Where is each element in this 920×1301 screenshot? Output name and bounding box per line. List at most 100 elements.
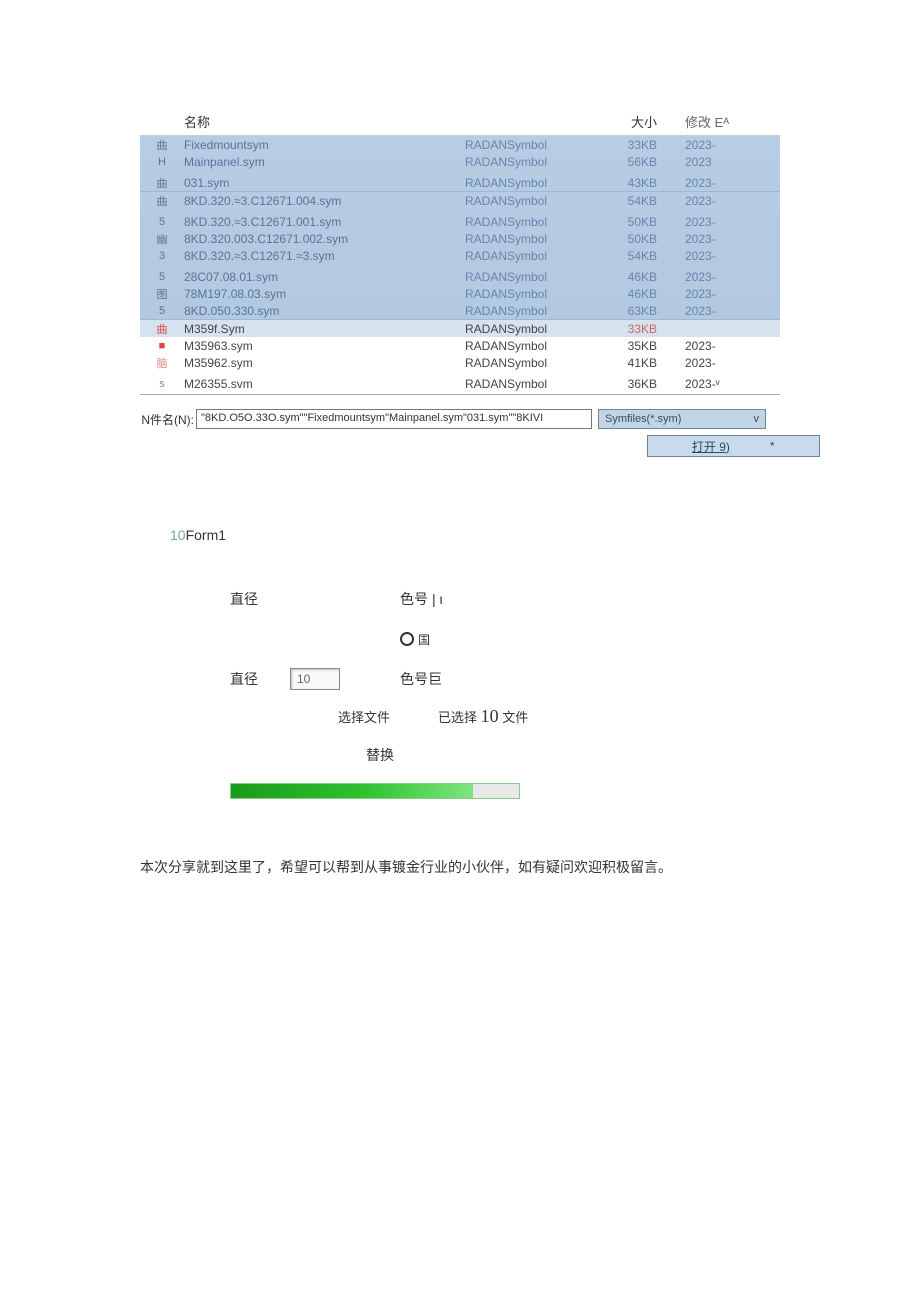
col-name[interactable]: 名称 <box>140 112 465 131</box>
file-date: 2023- <box>675 249 755 263</box>
file-icon: 曲 <box>140 137 184 153</box>
file-name: 8KD.320.≈3.C12671.001.sym <box>184 215 465 229</box>
file-icon: s <box>140 378 184 390</box>
file-size: 56KB <box>595 155 675 169</box>
option-label: 国 <box>418 631 430 648</box>
file-row[interactable]: 幽8KD.320.003.C12671.002.symRADANSymbol50… <box>140 230 780 247</box>
file-size: 50KB <box>595 215 675 229</box>
file-date: 2023- <box>675 215 755 229</box>
file-size: 33KB <box>595 138 675 152</box>
progress-bar <box>230 783 520 799</box>
file-name: 8KD.320.≈3.C12671.004.sym <box>184 194 465 208</box>
file-size: 54KB <box>595 194 675 208</box>
file-icon: 脑 <box>140 355 184 371</box>
file-row[interactable]: 曲031.symRADANSymbol43KB2023- <box>140 174 780 191</box>
file-icon: 5 <box>140 216 184 228</box>
file-row[interactable]: 58KD.050.330.symRADANSymbol63KB2023- <box>140 302 780 319</box>
file-date: 2023 <box>675 155 755 169</box>
file-name: 031.sym <box>184 176 465 190</box>
file-size: 46KB <box>595 270 675 284</box>
file-date: 2023- <box>675 356 755 370</box>
file-date: 2023- <box>675 232 755 246</box>
file-name: M26355.svm <box>184 377 465 391</box>
file-type: RADANSymbol <box>465 287 595 301</box>
file-row[interactable]: 曲8KD.320.≈3.C12671.004.symRADANSymbol54K… <box>140 192 780 209</box>
chevron-down-icon: v <box>754 413 760 425</box>
file-icon: 曲 <box>140 193 184 209</box>
file-icon: H <box>140 156 184 168</box>
file-date: 2023- <box>675 194 755 208</box>
file-icon: 5 <box>140 305 184 317</box>
select-file-button[interactable]: 选择文件 <box>338 707 390 726</box>
filter-text: Symfiles(*.sym) <box>605 413 681 425</box>
file-type: RADANSymbol <box>465 339 595 353</box>
file-row[interactable]: 38KD.320.≈3.C12671.≈3.symRADANSymbol54KB… <box>140 247 780 264</box>
filename-label: N件名(N): <box>140 411 196 428</box>
option-circle-icon[interactable] <box>400 632 414 646</box>
file-icon: 3 <box>140 250 184 262</box>
file-name: M35962.sym <box>184 356 465 370</box>
file-name: Fixedmountsym <box>184 138 465 152</box>
file-name: 8KD.320.003.C12671.002.sym <box>184 232 465 246</box>
file-row[interactable]: 528C07.08.01.symRADANSymbol46KB2023- <box>140 268 780 285</box>
color-code-label-1: 色号 <box>400 589 428 609</box>
file-row[interactable]: 脑M35962.symRADANSymbol41KB2023- <box>140 354 780 371</box>
file-name: M359f.Sym <box>184 322 465 336</box>
file-name: 8KD.320.≈3.C12671.≈3.sym <box>184 249 465 263</box>
file-row[interactable]: 曲FixedmountsymRADANSymbol33KB2023- <box>140 136 780 153</box>
file-size: 36KB <box>595 377 675 391</box>
file-icon: 幽 <box>140 231 184 247</box>
file-date: 2023- <box>675 304 755 318</box>
file-list: 名称 大小 修改 Eᴬ 曲FixedmountsymRADANSymbol33K… <box>140 110 780 395</box>
file-row[interactable]: ■M35963.symRADANSymbol35KB2023- <box>140 337 780 354</box>
color-code-label-2: 色号巨 <box>400 669 530 689</box>
selected-file-status: 已选择 10 文件 <box>438 706 528 727</box>
file-row[interactable]: sM26355.svmRADANSymbol36KB2023-ᵛ <box>140 375 780 392</box>
file-date: 2023- <box>675 138 755 152</box>
file-type: RADANSymbol <box>465 232 595 246</box>
unselected-files-block: ■M35963.symRADANSymbol35KB2023-脑M35962.s… <box>140 337 780 392</box>
open-mark: * <box>770 439 775 453</box>
file-type: RADANSymbol <box>465 194 595 208</box>
file-type: RADANSymbol <box>465 138 595 152</box>
file-size: 63KB <box>595 304 675 318</box>
closing-text: 本次分享就到这里了，希望可以帮到从事镀金行业的小伙伴，如有疑问欢迎积极留言。 <box>140 855 820 880</box>
file-row[interactable]: 58KD.320.≈3.C12671.001.symRADANSymbol50K… <box>140 213 780 230</box>
file-type: RADANSymbol <box>465 176 595 190</box>
file-date: 2023- <box>675 176 755 190</box>
open-button[interactable]: 打开 9) * <box>647 435 821 457</box>
col-modified[interactable]: 修改 Eᴬ <box>675 112 755 131</box>
selected-files-block: 曲FixedmountsymRADANSymbol33KB2023-HMainp… <box>140 136 780 320</box>
file-type: RADANSymbol <box>465 249 595 263</box>
progress-fill <box>231 784 473 798</box>
file-date: 2023- <box>675 339 755 353</box>
file-size: 43KB <box>595 176 675 190</box>
file-type: RADANSymbol <box>465 377 595 391</box>
replace-button[interactable]: 替换 <box>366 745 394 765</box>
file-name: Mainpanel.sym <box>184 155 465 169</box>
file-type: RADANSymbol <box>465 304 595 318</box>
file-date: 2023-ᵛ <box>675 377 755 391</box>
file-type: RADANSymbol <box>465 215 595 229</box>
diameter-label-2: 直径 <box>230 669 290 689</box>
file-name: 8KD.050.330.sym <box>184 304 465 318</box>
file-list-header: 名称 大小 修改 Eᴬ <box>140 110 780 136</box>
file-name: 28C07.08.01.sym <box>184 270 465 284</box>
diameter-input[interactable]: 10 <box>290 668 340 690</box>
file-row[interactable]: 图78M197.08.03.symRADANSymbol46KB2023- <box>140 285 780 302</box>
file-type-filter[interactable]: Symfiles(*.sym) v <box>598 409 766 429</box>
filename-bar: N件名(N): "8KD.O5O.33O.sym""Fixedmountsym"… <box>140 409 820 429</box>
file-icon: 5 <box>140 271 184 283</box>
file-row[interactable]: HMainpanel.symRADANSymbol56KB2023 <box>140 153 780 170</box>
filename-input[interactable]: "8KD.O5O.33O.sym""Fixedmountsym"Mainpane… <box>196 409 592 429</box>
file-date: 2023- <box>675 270 755 284</box>
file-icon: 曲 <box>140 175 184 191</box>
file-size: 46KB <box>595 287 675 301</box>
file-date: 2023- <box>675 287 755 301</box>
file-name: 78M197.08.03.sym <box>184 287 465 301</box>
file-size: 33KB <box>595 322 675 336</box>
file-type: RADANSymbol <box>465 322 595 336</box>
col-size[interactable]: 大小 <box>595 112 675 131</box>
file-row-hover[interactable]: 曲 M359f.Sym RADANSymbol 33KB <box>140 320 780 337</box>
file-type: RADANSymbol <box>465 356 595 370</box>
